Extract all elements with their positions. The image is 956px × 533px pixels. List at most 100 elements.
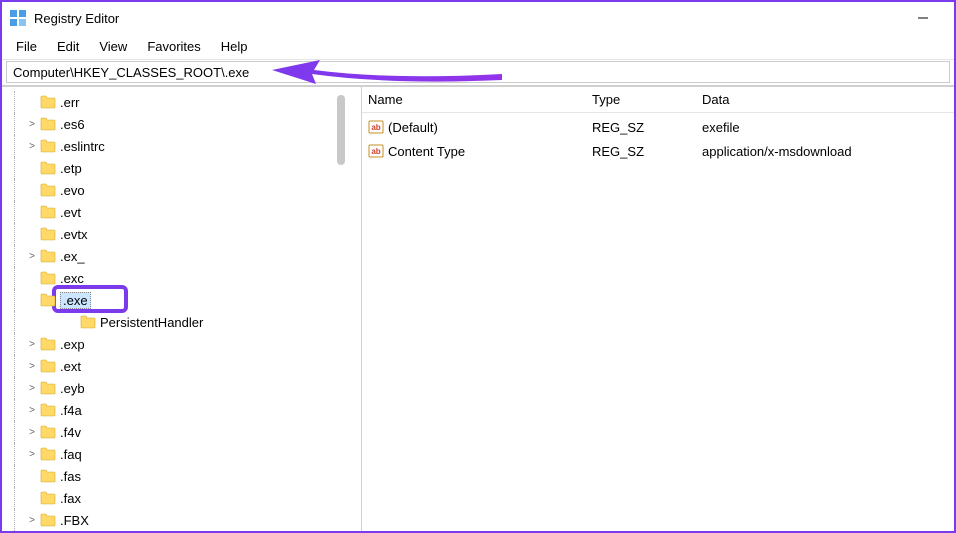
tree-pane[interactable]: .err > .es6 > .eslintrc .etp .evo .evt .evtx > .ex… [2, 87, 362, 531]
tree-item[interactable]: > .eslintrc [2, 135, 361, 157]
tree-item-label: .exc [60, 271, 84, 286]
folder-icon [40, 469, 56, 483]
tree-scrollbar[interactable] [337, 95, 345, 165]
tree-expander-icon[interactable]: > [26, 514, 38, 526]
folder-icon [40, 447, 56, 461]
value-name: (Default) [388, 120, 438, 135]
tree-expander-icon[interactable] [46, 316, 58, 328]
tree-item-label: .ext [60, 359, 81, 374]
menu-help[interactable]: Help [211, 35, 258, 58]
menu-favorites[interactable]: Favorites [137, 35, 210, 58]
reg-string-icon: ab [368, 119, 384, 135]
tree-expander-icon[interactable] [26, 228, 38, 240]
minimize-button[interactable] [900, 2, 946, 34]
tree-expander-icon[interactable]: > [26, 140, 38, 152]
tree-expander-icon[interactable] [26, 206, 38, 218]
tree-item[interactable]: .evo [2, 179, 361, 201]
tree-item-label: .f4v [60, 425, 81, 440]
tree-expander-icon[interactable] [26, 184, 38, 196]
svg-text:ab: ab [371, 147, 380, 156]
list-row[interactable]: ab (Default) REG_SZexefile [362, 115, 954, 139]
menu-edit[interactable]: Edit [47, 35, 89, 58]
tree-item-label: .evo [60, 183, 85, 198]
tree-item-label: PersistentHandler [100, 315, 203, 330]
tree-item[interactable]: .fas [2, 465, 361, 487]
tree-expander-icon[interactable] [26, 294, 38, 306]
tree-item[interactable]: .evt [2, 201, 361, 223]
folder-icon [40, 139, 56, 153]
addressbar [2, 60, 954, 86]
folder-icon [40, 205, 56, 219]
column-header-type[interactable]: Type [586, 87, 696, 113]
folder-icon [40, 227, 56, 241]
value-type: REG_SZ [586, 144, 696, 159]
window-title: Registry Editor [34, 11, 119, 26]
content-area: .err > .es6 > .eslintrc .etp .evo .evt .evtx > .ex… [2, 86, 954, 531]
tree-expander-icon[interactable] [26, 470, 38, 482]
tree-expander-icon[interactable]: > [26, 250, 38, 262]
tree-expander-icon[interactable] [26, 492, 38, 504]
value-data: exefile [696, 120, 954, 135]
tree-item[interactable]: .exe [2, 289, 361, 311]
tree-item-label: .evtx [60, 227, 87, 242]
tree-expander-icon[interactable]: > [26, 382, 38, 394]
menu-file[interactable]: File [6, 35, 47, 58]
folder-icon [40, 513, 56, 527]
folder-icon [40, 293, 56, 307]
tree-expander-icon[interactable] [26, 162, 38, 174]
value-data: application/x-msdownload [696, 144, 954, 159]
value-type: REG_SZ [586, 120, 696, 135]
titlebar: Registry Editor [2, 2, 954, 34]
tree-item[interactable]: .fax [2, 487, 361, 509]
folder-icon [40, 161, 56, 175]
tree-expander-icon[interactable]: > [26, 426, 38, 438]
tree-item[interactable]: > .ext [2, 355, 361, 377]
tree-item-label: .err [60, 95, 80, 110]
folder-icon [40, 249, 56, 263]
folder-icon [40, 425, 56, 439]
tree-item-label: .eslintrc [60, 139, 105, 154]
menu-view[interactable]: View [89, 35, 137, 58]
tree-item[interactable]: .evtx [2, 223, 361, 245]
tree-expander-icon[interactable]: > [26, 360, 38, 372]
app-icon [10, 10, 26, 26]
tree-item[interactable]: > .f4a [2, 399, 361, 421]
tree-item-label: .FBX [60, 513, 89, 528]
tree-expander-icon[interactable]: > [26, 404, 38, 416]
list-pane[interactable]: Name Type Data ab(Default)REG_SZexefilea… [362, 87, 954, 531]
folder-icon [40, 403, 56, 417]
tree-item[interactable]: > .ex_ [2, 245, 361, 267]
tree-expander-icon[interactable]: > [26, 118, 38, 130]
tree-expander-icon[interactable]: > [26, 338, 38, 350]
column-header-name[interactable]: Name [362, 87, 586, 113]
tree-item[interactable]: > .f4v [2, 421, 361, 443]
tree-item-label: .evt [60, 205, 81, 220]
tree-item-label: .exp [60, 337, 85, 352]
folder-icon [40, 381, 56, 395]
tree-item-label: .ex_ [60, 249, 85, 264]
tree-expander-icon[interactable]: > [26, 448, 38, 460]
tree-item-label: .eyb [60, 381, 85, 396]
folder-icon [40, 271, 56, 285]
tree-item[interactable]: > .exp [2, 333, 361, 355]
tree-item[interactable]: > .es6 [2, 113, 361, 135]
tree-expander-icon[interactable] [26, 272, 38, 284]
folder-icon [80, 315, 96, 329]
address-input[interactable] [6, 61, 950, 83]
tree-expander-icon[interactable] [26, 96, 38, 108]
tree-item[interactable]: >.faq [2, 443, 361, 465]
tree-item[interactable]: .err [2, 91, 361, 113]
svg-text:ab: ab [371, 123, 380, 132]
tree-item-label: .etp [60, 161, 82, 176]
tree-item-label: .es6 [60, 117, 85, 132]
tree-item[interactable]: > .eyb [2, 377, 361, 399]
folder-icon [40, 337, 56, 351]
tree-item-label: .f4a [60, 403, 82, 418]
list-row[interactable]: abContent TypeREG_SZapplication/x-msdown… [362, 139, 954, 163]
column-header-data[interactable]: Data [696, 87, 954, 113]
tree-item[interactable]: PersistentHandler [2, 311, 361, 333]
tree-item[interactable]: .etp [2, 157, 361, 179]
tree-item-label: .fax [60, 491, 81, 506]
tree-item-label: .exe [60, 292, 91, 309]
tree-item[interactable]: > .FBX [2, 509, 361, 531]
